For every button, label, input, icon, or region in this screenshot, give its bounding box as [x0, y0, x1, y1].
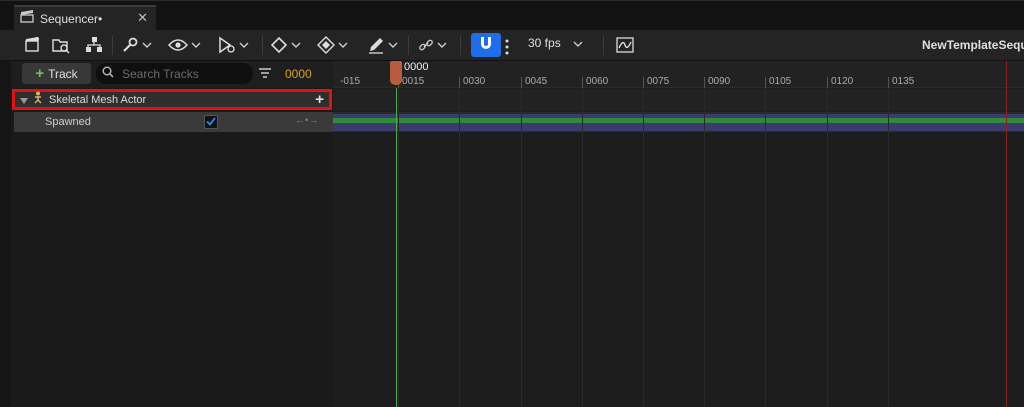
edit-dropdown[interactable]: [367, 34, 398, 56]
eye-icon: [168, 38, 188, 52]
track-row-skeletal-mesh-actor[interactable]: Skeletal Mesh Actor +: [12, 89, 332, 110]
tools-dropdown[interactable]: [121, 34, 152, 56]
ruler-tick: [704, 77, 705, 88]
time-ruler[interactable]: [333, 61, 1024, 88]
ruler-tick-label: 0135: [892, 76, 915, 87]
ruler-tick-label: -015: [340, 76, 361, 87]
sequence-name: NewTemplateSeque: [922, 38, 1024, 52]
toolbar-separator: [603, 35, 604, 55]
playhead-line: [396, 88, 397, 407]
ruler-tick-label: 0120: [831, 76, 854, 87]
more-options-icon[interactable]: [505, 36, 509, 58]
view-dropdown[interactable]: [168, 34, 201, 56]
ruler-tick: [643, 77, 644, 88]
tab-sequencer[interactable]: Sequencer• ✕: [14, 5, 156, 31]
magnet-icon: [478, 35, 494, 56]
chevron-down-icon: [338, 42, 348, 48]
key-navigation-icon[interactable]: ←•→: [295, 115, 319, 125]
toolbar-separator: [112, 35, 113, 55]
grid-line: [582, 88, 583, 407]
sequencer-window: Sequencer• ✕ 30 fps NewTemplateSeque + T…: [0, 0, 1024, 407]
save-icon[interactable]: [24, 34, 42, 56]
diamond-cluster-icon: [317, 36, 335, 54]
toolbar-separator: [262, 35, 263, 55]
playhead-frame-label: 0000: [404, 61, 429, 73]
playhead-handle[interactable]: [390, 61, 402, 85]
actor-label: Skeletal Mesh Actor: [49, 93, 147, 106]
grid-line: [398, 88, 399, 407]
ruler-tick-label: 0105: [769, 76, 792, 87]
chevron-down-icon: [191, 42, 201, 48]
ruler-tick-label: 0060: [586, 76, 609, 87]
clapperboard-icon: [20, 10, 34, 28]
timeline-area[interactable]: -015 0015 0030 0045 0060 0075 0090 0105 0120 0135…: [333, 61, 1024, 407]
browse-icon[interactable]: [51, 34, 71, 56]
spawned-curve-line: [333, 118, 1024, 123]
key-group-dropdown[interactable]: [317, 34, 348, 56]
caret-down-icon[interactable]: [20, 91, 28, 109]
ruler-tick-label: 0045: [525, 76, 548, 87]
ruler-tick: [459, 77, 460, 88]
grid-line: [765, 88, 766, 407]
grid-line: [521, 88, 522, 407]
add-track-label: Track: [48, 66, 78, 81]
playback-dropdown[interactable]: [216, 34, 249, 56]
actor-hierarchy-icon[interactable]: [84, 34, 104, 56]
chevron-down-icon: [239, 42, 249, 48]
tab-bar: Sequencer• ✕: [0, 0, 1024, 31]
spawned-checkbox[interactable]: [204, 115, 218, 129]
ruler-tick-label: 0015: [402, 76, 425, 87]
fps-label: 30 fps: [528, 36, 561, 50]
link-icon: [418, 38, 434, 52]
ruler-tick: [521, 77, 522, 88]
snap-toggle-button[interactable]: [471, 33, 501, 57]
toolbar-separator: [408, 35, 409, 55]
filter-icon[interactable]: [258, 66, 272, 84]
link-dropdown[interactable]: [418, 34, 447, 56]
tab-title: Sequencer•: [40, 12, 103, 26]
add-track-button[interactable]: + Track: [22, 63, 91, 84]
play-gear-icon: [216, 36, 236, 54]
grid-line: [704, 88, 705, 407]
chevron-down-icon: [388, 42, 398, 48]
chevron-down-icon: [291, 42, 301, 48]
skeletal-mesh-icon: [32, 91, 45, 109]
ruler-tick: [888, 77, 889, 88]
toolbar-separator: [460, 35, 461, 55]
track-row-spawned[interactable]: Spawned ←•→: [14, 112, 333, 132]
end-range-marker[interactable]: [1006, 61, 1007, 407]
key-dropdown[interactable]: [270, 34, 301, 56]
fps-dropdown[interactable]: 30 fps: [528, 36, 583, 50]
grid-line: [888, 88, 889, 407]
search-tracks-field[interactable]: [96, 63, 253, 84]
ruler-tick-label: 0030: [463, 76, 486, 87]
ruler-tick-label: 0090: [708, 76, 731, 87]
ruler-tick: [582, 77, 583, 88]
pencil-icon: [367, 36, 385, 54]
ruler-tick: [765, 77, 766, 88]
ruler-tick-label: 0075: [647, 76, 670, 87]
wrench-icon: [121, 36, 139, 54]
toolbar: [0, 30, 1024, 61]
add-subtrack-icon[interactable]: +: [315, 92, 324, 107]
current-frame-field[interactable]: 0000: [285, 67, 312, 81]
grid-line: [459, 88, 460, 407]
search-icon: [102, 65, 114, 83]
checkmark-icon: [206, 113, 216, 131]
ruler-tick: [827, 77, 828, 88]
close-icon[interactable]: ✕: [137, 10, 148, 26]
diamond-icon: [270, 36, 288, 54]
outliner-gutter: [0, 61, 11, 407]
chevron-down-icon: [573, 36, 583, 50]
chevron-down-icon: [437, 42, 447, 48]
chevron-down-icon: [142, 42, 152, 48]
spawned-label: Spawned: [45, 116, 91, 128]
curve-editor-icon[interactable]: [616, 34, 634, 56]
search-input[interactable]: [122, 66, 252, 81]
plus-icon: +: [35, 65, 45, 82]
grid-line: [827, 88, 828, 407]
timeline-row-actor: [333, 89, 1024, 111]
grid-line: [643, 88, 644, 407]
